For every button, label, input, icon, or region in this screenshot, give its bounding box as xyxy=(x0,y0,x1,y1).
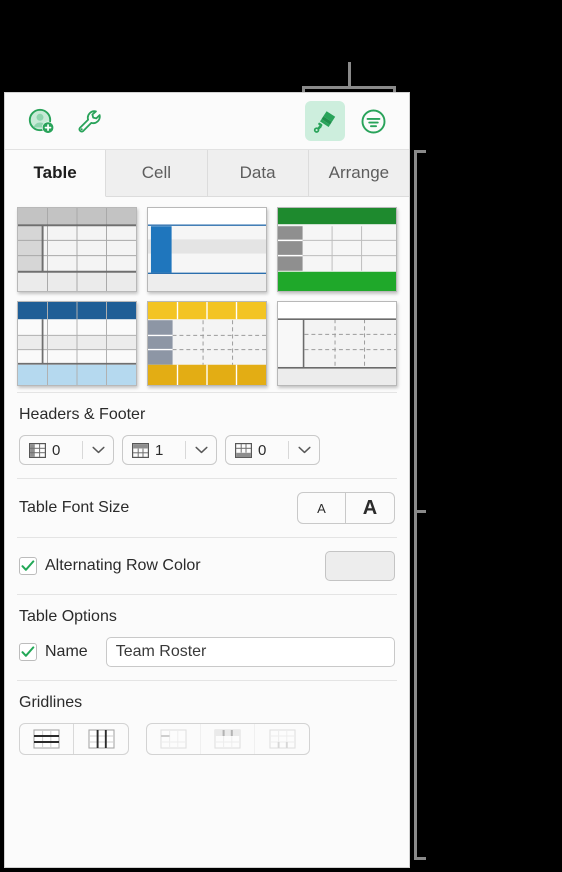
header-rows-value: 1 xyxy=(155,441,164,459)
table-style-blue-sidebar-preview xyxy=(148,208,266,291)
footer-rows-chevron[interactable] xyxy=(289,446,319,454)
table-styles-grid xyxy=(5,197,409,392)
alternating-row-color-swatch[interactable] xyxy=(325,551,395,581)
format-paintbrush-icon xyxy=(313,110,335,133)
gridline-header-horizontal-icon xyxy=(160,729,187,749)
checkmark-icon xyxy=(21,560,35,571)
table-style-yellow[interactable] xyxy=(147,301,267,386)
tab-cell[interactable]: Cell xyxy=(106,150,208,197)
headers-footer-title: Headers & Footer xyxy=(19,406,146,423)
tab-table-label: Table xyxy=(33,163,77,182)
gridlines-section: Gridlines xyxy=(5,681,409,768)
callout-right-top-cap xyxy=(414,150,426,153)
table-style-blue-sidebar[interactable] xyxy=(147,207,267,292)
tab-arrange-label: Arrange xyxy=(328,163,390,182)
font-size-title: Table Font Size xyxy=(19,499,130,516)
format-button[interactable] xyxy=(305,101,345,141)
tab-cell-label: Cell xyxy=(141,163,172,182)
alternating-row-checkbox[interactable] xyxy=(19,557,37,575)
header-columns-value-group: 0 xyxy=(20,442,82,459)
tab-data-label: Data xyxy=(239,163,276,182)
document-setup-button[interactable] xyxy=(69,101,109,141)
alternating-row-section: Alternating Row Color xyxy=(5,538,409,594)
toolbar xyxy=(5,93,409,150)
table-name-row: Name Team Roster xyxy=(19,637,395,667)
inspector-body: Headers & Footer 0 1 0 Table Font Size A… xyxy=(5,197,409,867)
header-rows-value-group: 1 xyxy=(123,442,185,459)
headers-footer-section: Headers & Footer 0 1 0 xyxy=(5,393,409,478)
callout-top-bar xyxy=(302,86,396,89)
callout-right-bottom-cap xyxy=(414,857,426,860)
table-style-yellow-preview xyxy=(148,302,266,385)
header-columns-value: 0 xyxy=(52,441,61,459)
table-style-plain[interactable] xyxy=(277,301,397,386)
gridlines-header-footer-group xyxy=(146,723,310,755)
header-rows-icon xyxy=(132,442,149,458)
increase-font-size-button[interactable]: A xyxy=(346,493,394,523)
gridline-footer-horizontal-button[interactable] xyxy=(255,724,309,754)
footer-rows-stepper[interactable]: 0 xyxy=(225,435,320,465)
chevron-down-icon xyxy=(91,446,105,454)
table-options-title: Table Options xyxy=(19,608,117,625)
chevron-down-icon xyxy=(297,446,311,454)
callout-right-tick xyxy=(414,510,426,513)
table-style-green-preview xyxy=(278,208,396,291)
table-style-plain-preview xyxy=(278,302,396,385)
tab-bar: Table Cell Data Arrange xyxy=(5,150,409,197)
table-name-checkbox[interactable] xyxy=(19,643,37,661)
gridline-body-horizontal-button[interactable] xyxy=(20,724,74,754)
table-name-label: Name xyxy=(45,643,88,660)
footer-rows-value: 0 xyxy=(258,441,267,459)
collaborate-icon xyxy=(28,108,54,134)
table-name-input[interactable]: Team Roster xyxy=(105,637,395,667)
wrench-icon xyxy=(78,109,101,132)
table-style-green[interactable] xyxy=(277,207,397,292)
table-style-gray[interactable] xyxy=(17,207,137,292)
header-rows-stepper[interactable]: 1 xyxy=(122,435,217,465)
footer-rows-value-group: 0 xyxy=(226,442,288,459)
increase-font-size-label: A xyxy=(362,496,378,519)
decrease-font-size-button[interactable]: A xyxy=(298,493,346,523)
gridline-footer-horizontal-icon xyxy=(268,729,296,749)
header-columns-stepper[interactable]: 0 xyxy=(19,435,114,465)
gridline-body-vertical-button[interactable] xyxy=(74,724,128,754)
footer-rows-icon xyxy=(235,442,252,458)
font-size-section: Table Font Size A A xyxy=(5,479,409,537)
header-rows-chevron[interactable] xyxy=(186,446,216,454)
gridline-body-vertical-icon xyxy=(87,729,115,749)
gridline-header-vertical-button[interactable] xyxy=(201,724,255,754)
collaborate-button[interactable] xyxy=(21,101,61,141)
alternating-row-label: Alternating Row Color xyxy=(45,557,201,574)
table-style-gray-preview xyxy=(18,208,136,291)
document-button[interactable] xyxy=(353,101,393,141)
headers-footer-steppers: 0 1 0 xyxy=(19,435,395,465)
screenshot-root: Table Cell Data Arrange Headers & Footer… xyxy=(0,0,562,872)
callout-right-vertical xyxy=(414,150,417,860)
header-columns-chevron[interactable] xyxy=(83,446,113,454)
decrease-font-size-label: A xyxy=(317,500,326,516)
checkmark-icon xyxy=(21,646,35,657)
table-options-section: Table Options Name Team Roster xyxy=(5,595,409,680)
gridline-header-horizontal-button[interactable] xyxy=(147,724,201,754)
table-style-blue-header[interactable] xyxy=(17,301,137,386)
header-columns-icon xyxy=(29,442,46,458)
format-inspector-panel: Table Cell Data Arrange Headers & Footer… xyxy=(4,92,410,868)
gridlines-groups xyxy=(19,723,395,755)
font-size-segmented: A A xyxy=(297,492,395,524)
chevron-down-icon xyxy=(194,446,208,454)
tab-table[interactable]: Table xyxy=(5,150,107,197)
document-lines-icon xyxy=(361,109,385,133)
tab-data[interactable]: Data xyxy=(207,150,309,197)
table-style-blue-header-preview xyxy=(18,302,136,385)
gridlines-title: Gridlines xyxy=(19,694,83,711)
gridline-body-horizontal-icon xyxy=(33,729,60,749)
callout-top-stem xyxy=(348,62,351,88)
gridline-header-vertical-icon xyxy=(214,729,241,749)
gridlines-body-group xyxy=(19,723,129,755)
alternating-row-control[interactable]: Alternating Row Color xyxy=(19,557,201,575)
tab-arrange[interactable]: Arrange xyxy=(308,150,409,197)
